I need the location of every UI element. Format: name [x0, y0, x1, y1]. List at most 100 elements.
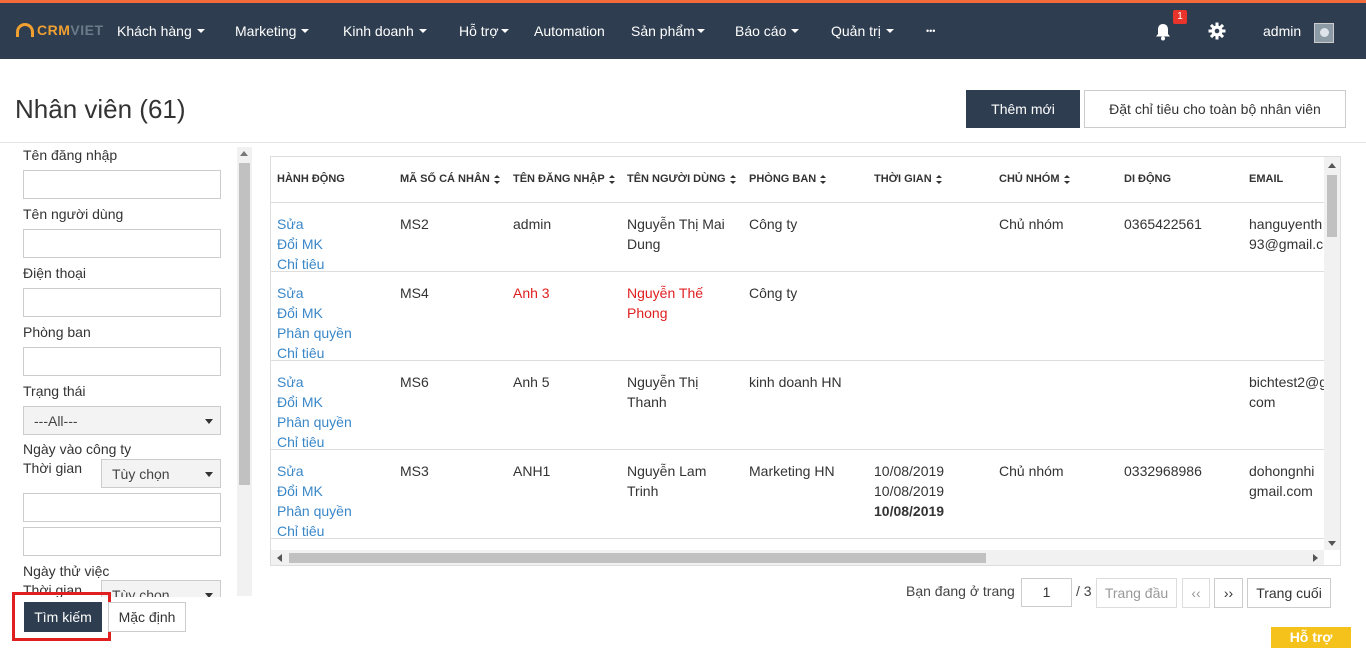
fullname-input[interactable] — [23, 229, 221, 258]
nav-support[interactable]: Hỗ trợ — [459, 3, 509, 59]
nav-products[interactable]: Sản phẩm — [631, 3, 705, 59]
fullname: Nguyễn Lam Trinh — [627, 463, 707, 499]
pagination-label: Bạn đang ở trang — [906, 583, 1015, 599]
gear-icon[interactable] — [1208, 22, 1226, 40]
department: kinh doanh HN — [749, 374, 842, 390]
sort-icon[interactable] — [935, 174, 942, 184]
column-header-department[interactable]: PHÒNG BAN — [749, 173, 827, 185]
sort-icon[interactable] — [1063, 174, 1070, 184]
department: Công ty — [749, 285, 798, 301]
bell-icon[interactable] — [1155, 23, 1171, 41]
nav-customers[interactable]: Khách hàng — [117, 3, 205, 59]
scrollbar-thumb[interactable] — [1327, 175, 1337, 237]
phone-input[interactable] — [23, 288, 221, 317]
group-owner: Chủ nhóm — [999, 463, 1064, 479]
table-horizontal-scrollbar[interactable] — [271, 550, 1324, 565]
scroll-up-icon[interactable] — [240, 151, 248, 156]
sort-icon[interactable] — [820, 174, 827, 184]
table-row: Sửa Đổi MK Phân quyền Chỉ tiêu MS6 Anh 5… — [271, 361, 1327, 450]
sort-icon[interactable] — [608, 174, 615, 184]
employee-code: MS6 — [400, 374, 429, 390]
chevron-down-icon — [205, 419, 213, 424]
probation-time-select[interactable]: Tùy chọn — [101, 580, 221, 597]
edit-link[interactable]: Sửa — [277, 372, 352, 392]
permission-link[interactable]: Phân quyền — [277, 412, 352, 432]
join-date-label: Ngày vào công ty — [23, 441, 132, 457]
target-link[interactable]: Chỉ tiêu — [277, 343, 352, 363]
column-header-email: EMAIL — [1249, 173, 1284, 185]
column-header-mobile: DI ĐỘNG — [1124, 173, 1172, 185]
table-row: Sửa Đổi MK Phân quyền Chỉ tiêu MS3 ANH1 … — [271, 450, 1327, 539]
chevron-down-icon — [205, 472, 213, 477]
nav-sales[interactable]: Kinh doanh — [343, 3, 427, 59]
scroll-down-icon[interactable] — [1328, 541, 1336, 546]
username-input[interactable] — [23, 170, 221, 199]
permission-link[interactable]: Phân quyền — [277, 501, 352, 521]
filter-scrollbar[interactable] — [237, 147, 252, 596]
help-button[interactable]: Hỗ trợ — [1271, 627, 1351, 648]
column-header-username[interactable]: TÊN ĐĂNG NHẬP — [513, 173, 615, 185]
search-button-highlight — [12, 592, 111, 641]
chevron-down-icon — [696, 29, 705, 33]
join-time-select[interactable]: Tùy chọn — [101, 459, 221, 488]
fullname: Nguyễn Thị Thanh — [627, 374, 699, 410]
chevron-down-icon — [418, 29, 427, 33]
chevron-down-icon — [791, 29, 800, 33]
fullname-label: Tên người dùng — [23, 206, 124, 222]
department-input[interactable] — [23, 347, 221, 376]
mobile: 0332968986 — [1124, 463, 1202, 479]
column-header-owner[interactable]: CHỦ NHÓM — [999, 173, 1070, 185]
employee-code: MS2 — [400, 216, 429, 232]
page-number-input[interactable]: 1 — [1021, 578, 1072, 607]
table-vertical-scrollbar[interactable] — [1324, 157, 1340, 550]
first-page-button[interactable]: Trang đầu — [1096, 578, 1177, 608]
column-header-code[interactable]: MÃ SỐ CÁ NHÂN — [400, 173, 500, 185]
target-link[interactable]: Chỉ tiêu — [277, 254, 324, 274]
employee-code: MS4 — [400, 285, 429, 301]
scroll-left-icon[interactable] — [277, 554, 282, 562]
chevron-down-icon — [500, 29, 509, 33]
add-new-button[interactable]: Thêm mới — [966, 90, 1080, 128]
scroll-up-icon[interactable] — [1328, 163, 1336, 168]
edit-link[interactable]: Sửa — [277, 461, 352, 481]
change-password-link[interactable]: Đổi MK — [277, 303, 352, 323]
email: hanguyenth 93@gmail.c — [1249, 216, 1324, 252]
change-password-link[interactable]: Đổi MK — [277, 481, 352, 501]
prev-page-button[interactable]: ‹‹ — [1182, 578, 1210, 608]
avatar[interactable] — [1314, 23, 1334, 43]
scrollbar-thumb[interactable] — [239, 163, 250, 485]
crmviet-logo[interactable]: CRMVIET — [16, 22, 104, 38]
target-link[interactable]: Chỉ tiêu — [277, 521, 352, 541]
change-password-link[interactable]: Đổi MK — [277, 392, 352, 412]
change-password-link[interactable]: Đổi MK — [277, 234, 324, 254]
sort-icon[interactable] — [493, 174, 500, 184]
sort-icon[interactable] — [729, 174, 736, 184]
nav-more[interactable]: ••• — [926, 3, 935, 59]
set-target-all-button[interactable]: Đặt chỉ tiêu cho toàn bộ nhân viên — [1084, 90, 1346, 128]
join-date-from-input[interactable] — [23, 493, 221, 522]
permission-link[interactable]: Phân quyền — [277, 323, 352, 343]
column-header-time[interactable]: THỜI GIAN — [874, 173, 942, 185]
target-link[interactable]: Chỉ tiêu — [277, 432, 352, 452]
chevron-down-icon — [885, 29, 894, 33]
scroll-right-icon[interactable] — [1313, 554, 1318, 562]
scrollbar-thumb[interactable] — [289, 553, 986, 563]
username: admin — [513, 216, 552, 232]
next-page-button[interactable]: ›› — [1214, 578, 1243, 608]
join-date-to-input[interactable] — [23, 527, 221, 556]
department-label: Phòng ban — [23, 324, 91, 340]
edit-link[interactable]: Sửa — [277, 214, 324, 234]
status-select[interactable]: ---All--- — [23, 406, 221, 435]
nav-marketing[interactable]: Marketing — [235, 3, 310, 59]
nav-reports[interactable]: Báo cáo — [735, 3, 800, 59]
edit-link[interactable]: Sửa — [277, 283, 352, 303]
user-menu[interactable]: admin — [1263, 23, 1301, 39]
last-page-button[interactable]: Trang cuối — [1247, 578, 1331, 608]
column-header-actions: HÀNH ĐỘNG — [277, 173, 345, 185]
column-header-fullname[interactable]: TÊN NGƯỜI DÙNG — [627, 173, 736, 185]
chevron-down-icon — [196, 29, 205, 33]
department: Marketing HN — [749, 463, 835, 479]
nav-admin[interactable]: Quản trị — [831, 3, 894, 59]
reset-default-button[interactable]: Mặc định — [108, 602, 186, 632]
nav-automation[interactable]: Automation — [534, 3, 605, 59]
